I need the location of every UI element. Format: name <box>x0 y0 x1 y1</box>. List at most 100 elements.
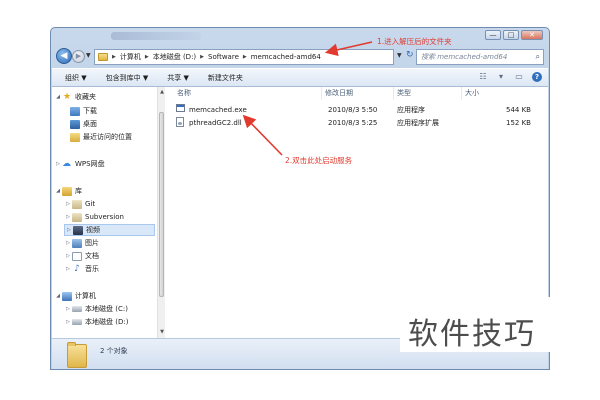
expand-arrow-icon[interactable]: ▷ <box>64 319 72 325</box>
new-folder-button[interactable]: 新建文件夹 <box>208 73 243 83</box>
desktop-icon <box>70 119 80 129</box>
scrollbar-thumb[interactable] <box>159 112 164 297</box>
caption-buttons: — □ ✕ <box>485 30 543 40</box>
chevron-right-icon[interactable]: ▶ <box>200 54 204 60</box>
nav-item-documents[interactable]: ▷ 文档 <box>64 250 99 262</box>
nav-item-downloads[interactable]: 下载 <box>70 105 97 117</box>
recent-places-icon <box>70 132 80 142</box>
nav-wps-cloud-label: WPS网盘 <box>75 160 105 168</box>
navigation-pane: ◢ ★ 收藏夹 下载 桌面 最近访问的位置 ▷ ☁ WPS网盘 ◢ 库 ▷ Gi… <box>52 87 158 338</box>
close-button[interactable]: ✕ <box>521 30 543 40</box>
breadcrumb-drive-d[interactable]: 本地磁盘 (D:) <box>153 52 196 62</box>
star-icon: ★ <box>62 91 72 102</box>
nav-wps-cloud[interactable]: ▷ ☁ WPS网盘 <box>54 158 105 170</box>
hard-drive-icon <box>72 319 82 325</box>
nav-item-videos[interactable]: ▷ 视频 <box>64 224 155 236</box>
recent-pages-dropdown-icon[interactable]: ▼ <box>86 52 91 59</box>
column-header-size[interactable]: 大小 <box>462 87 534 100</box>
forward-button[interactable]: ▶ <box>72 50 85 63</box>
expand-arrow-icon[interactable]: ▷ <box>65 227 73 233</box>
chevron-right-icon[interactable]: ▶ <box>145 54 149 60</box>
include-in-library-menu[interactable]: 包含到库中 ▼ <box>106 73 149 83</box>
watermark-text: 软件技巧 <box>408 317 536 352</box>
address-dropdown-icon[interactable]: ▼ <box>397 52 402 59</box>
document-library-icon <box>72 251 82 261</box>
nav-item-drive-d[interactable]: ▷ 本地磁盘 (D:) <box>64 316 128 328</box>
expand-arrow-icon[interactable]: ◢ <box>54 188 62 194</box>
address-bar[interactable]: ▶ 计算机 ▶ 本地磁盘 (D:) ▶ Software ▶ memcached… <box>94 49 394 65</box>
library-icon <box>62 186 72 196</box>
minimize-button[interactable]: — <box>485 30 501 40</box>
nav-item-music[interactable]: ▷ ♪ 音乐 <box>64 263 99 275</box>
help-icon[interactable]: ? <box>532 72 542 82</box>
nav-item-label: Git <box>85 200 96 208</box>
nav-item-desktop[interactable]: 桌面 <box>70 118 97 130</box>
toolbar-right-group: ☷ ▾ ▭ ? <box>478 72 542 82</box>
expand-arrow-icon[interactable]: ▷ <box>54 161 62 167</box>
nav-item-drive-c[interactable]: ▷ 本地磁盘 (C:) <box>64 303 128 315</box>
file-row-pthreadgc2-dll[interactable]: pthreadGC2.dll 2010/8/3 5:25 应用程序扩展 152 … <box>166 117 548 129</box>
maximize-button[interactable]: □ <box>503 30 519 40</box>
column-header-type[interactable]: 类型 <box>394 87 462 100</box>
nav-item-recent-places[interactable]: 最近访问的位置 <box>70 131 132 143</box>
file-name[interactable]: memcached.exe <box>189 104 247 116</box>
file-date: 2010/8/3 5:25 <box>328 119 378 127</box>
organize-menu[interactable]: 组织 ▼ <box>65 73 87 83</box>
library-folder-icon <box>72 212 82 222</box>
scroll-up-icon[interactable]: ▲ <box>159 89 165 95</box>
expand-arrow-icon[interactable]: ▷ <box>64 266 72 272</box>
item-count-label: 2 个对象 <box>100 347 128 355</box>
expand-arrow-icon[interactable]: ▷ <box>64 306 72 312</box>
view-options-icon[interactable]: ☷ <box>478 72 488 82</box>
expand-arrow-icon[interactable]: ◢ <box>54 293 62 299</box>
file-row-memcached-exe[interactable]: memcached.exe 2010/8/3 5:50 应用程序 544 KB <box>166 104 548 116</box>
command-toolbar: 组织 ▼ 包含到库中 ▼ 共享 ▼ 新建文件夹 ☷ ▾ ▭ ? <box>52 68 548 87</box>
chevron-down-icon[interactable]: ▾ <box>496 72 506 82</box>
nav-item-subversion[interactable]: ▷ Subversion <box>64 211 124 223</box>
file-type: 应用程序扩展 <box>397 119 439 127</box>
expand-arrow-icon[interactable]: ▷ <box>64 240 72 246</box>
folder-icon <box>98 53 108 61</box>
search-input[interactable]: 搜索 memcached-amd64 ⌕ <box>416 49 544 65</box>
cloud-icon: ☁ <box>62 158 71 169</box>
dll-file-icon <box>176 117 184 127</box>
nav-libraries[interactable]: ◢ 库 <box>54 185 82 197</box>
chevron-right-icon[interactable]: ▶ <box>112 54 116 60</box>
video-library-icon <box>73 225 83 235</box>
music-note-icon: ♪ <box>74 263 80 274</box>
exe-file-icon <box>176 104 185 112</box>
share-menu[interactable]: 共享 ▼ <box>167 73 189 83</box>
breadcrumb-computer[interactable]: 计算机 <box>120 52 141 62</box>
nav-favorites-label: 收藏夹 <box>75 93 96 101</box>
refresh-icon[interactable]: ↻ <box>406 50 414 60</box>
nav-computer[interactable]: ◢ 计算机 <box>54 290 96 302</box>
computer-icon <box>62 291 72 301</box>
search-icon[interactable]: ⌕ <box>536 50 540 64</box>
nav-computer-label: 计算机 <box>75 292 96 300</box>
nav-item-label: 本地磁盘 (C:) <box>85 305 128 313</box>
scroll-down-icon[interactable]: ▼ <box>159 329 165 335</box>
back-button[interactable]: ◀ <box>56 48 72 64</box>
search-placeholder: 搜索 memcached-amd64 <box>421 53 508 61</box>
nav-item-label: 最近访问的位置 <box>83 133 132 141</box>
expand-arrow-icon[interactable]: ◢ <box>54 94 62 100</box>
picture-library-icon <box>72 238 82 248</box>
annotation-step-1: 1.进入解压后的文件夹 <box>377 37 452 46</box>
expand-arrow-icon[interactable]: ▷ <box>64 253 72 259</box>
chevron-right-icon[interactable]: ▶ <box>243 54 247 60</box>
expand-arrow-icon[interactable]: ▷ <box>64 214 72 220</box>
nav-favorites[interactable]: ◢ ★ 收藏夹 <box>54 91 96 103</box>
breadcrumb-software[interactable]: Software <box>208 53 239 61</box>
nav-item-pictures[interactable]: ▷ 图片 <box>64 237 99 249</box>
hard-drive-icon <box>72 306 82 312</box>
file-name[interactable]: pthreadGC2.dll <box>189 117 242 129</box>
expand-arrow-icon[interactable]: ▷ <box>64 201 72 207</box>
nav-item-label: 下载 <box>83 107 97 115</box>
nav-item-label: 文档 <box>85 252 99 260</box>
navigation-scrollbar[interactable]: ▲ ▼ <box>157 87 165 338</box>
nav-item-git[interactable]: ▷ Git <box>64 198 95 210</box>
preview-pane-icon[interactable]: ▭ <box>514 72 524 82</box>
breadcrumb-memcached-amd64[interactable]: memcached-amd64 <box>251 53 321 61</box>
column-header-name[interactable]: 名称 <box>174 87 322 100</box>
column-header-date-modified[interactable]: 修改日期 <box>322 87 394 100</box>
